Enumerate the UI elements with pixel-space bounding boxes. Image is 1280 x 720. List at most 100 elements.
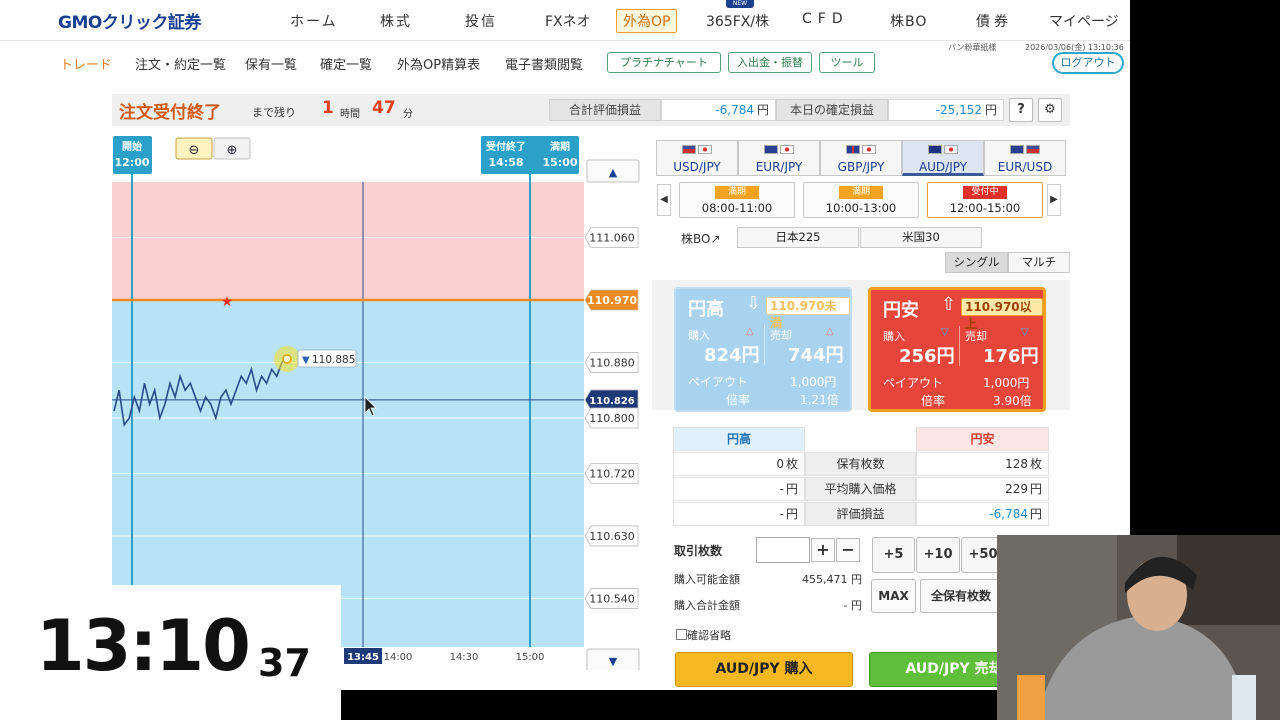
- top-navigation: GMOクリック証券 NEW ホーム 株式 投信 FXネオ 外為OP 365FX/…: [0, 0, 1130, 41]
- nav-bond[interactable]: 債券: [976, 11, 1012, 31]
- nav-stock[interactable]: 株式: [380, 11, 412, 31]
- high-strike: 110.970未満: [766, 297, 850, 330]
- nav-cfd[interactable]: CFD: [802, 11, 849, 27]
- y-tick-label: 110.800: [589, 412, 635, 425]
- settings-button[interactable]: ⚙: [1038, 98, 1062, 122]
- session-badge: 満期: [715, 186, 759, 199]
- position-low-value: 229 円: [916, 477, 1049, 501]
- tab-label: GBP/JPY: [837, 160, 885, 174]
- low-rate: 3.90倍: [993, 394, 1032, 408]
- kabu-bo-link[interactable]: 株BO↗: [681, 230, 721, 247]
- jp-flag-icon: [698, 145, 712, 154]
- high-sell-price: 744円: [788, 345, 844, 366]
- subnav-settled[interactable]: 確定一覧: [320, 54, 372, 73]
- skip-confirm-checkbox[interactable]: 確認省略: [676, 627, 731, 643]
- buyable-value: 455,471 円: [802, 573, 862, 586]
- new-badge: NEW: [726, 0, 754, 8]
- total-pl-value: -6,784 円: [661, 99, 776, 121]
- qty-plus-button[interactable]: +: [811, 538, 835, 562]
- nav-fund[interactable]: 投信: [465, 11, 497, 31]
- max-button[interactable]: MAX: [871, 579, 916, 613]
- deposit-button[interactable]: 入出金・振替: [728, 52, 812, 73]
- checkbox-icon: [676, 629, 687, 640]
- high-option-card[interactable]: 円高 ⇩ 110.970未満 購入 △ 売却 △ 824円 744円 ペイアウト…: [674, 287, 852, 412]
- logout-button[interactable]: ログアウト: [1052, 52, 1124, 74]
- session-item[interactable]: 満期 10:00-13:00: [803, 182, 919, 218]
- session-item[interactable]: 満期 08:00-11:00: [679, 182, 795, 218]
- triangle-up-icon: △: [746, 326, 754, 337]
- subnav-documents[interactable]: 電子書類閲覧: [505, 54, 583, 73]
- multi-mode-button[interactable]: マルチ: [1008, 252, 1070, 273]
- subnav-holdings[interactable]: 保有一覧: [245, 54, 297, 73]
- nav-fx-option[interactable]: 外為OP: [616, 9, 678, 33]
- session-prev-button[interactable]: ◀: [657, 184, 671, 216]
- session-item-active[interactable]: 受付中 12:00-15:00: [927, 182, 1043, 218]
- total-value: - 円: [843, 599, 862, 612]
- position-high-value: -円: [673, 477, 805, 501]
- skip-confirm-label: 確認省略: [687, 629, 731, 642]
- jp-flag-icon: [780, 145, 794, 154]
- chart-above-region: [112, 182, 584, 300]
- tab-label: AUD/JPY: [918, 160, 968, 174]
- all-holdings-button[interactable]: 全保有枚数: [920, 579, 1002, 613]
- low-option-card[interactable]: 円安 ⇧ 110.970以上 購入 ▽ 売却 ▽ 256円 176円 ペイアウト…: [868, 287, 1046, 412]
- current-price-label: 110.826: [589, 396, 635, 407]
- position-label: 評価損益: [805, 502, 916, 526]
- us-flag-icon: [682, 145, 696, 154]
- price-tag: 110.885: [312, 354, 355, 366]
- tools-button[interactable]: ツール: [819, 52, 875, 73]
- nav-365fx[interactable]: 365FX/株: [706, 11, 769, 31]
- position-label: 保有枚数: [805, 452, 916, 476]
- platinum-chart-button[interactable]: プラチナチャート: [607, 52, 721, 73]
- help-button[interactable]: ?: [1009, 98, 1033, 122]
- order-status: 注文受付終了: [119, 103, 221, 123]
- nav-mypage[interactable]: マイページ: [1049, 11, 1119, 31]
- price-tag-arrow-icon: ▼: [302, 355, 310, 366]
- qty-minus-button[interactable]: −: [836, 538, 860, 562]
- high-rate-label: 倍率: [726, 393, 751, 407]
- add10-button[interactable]: +10: [916, 537, 960, 573]
- subnav-orders[interactable]: 注文・約定一覧: [135, 54, 226, 73]
- tab-aud-jpy[interactable]: AUD/JPY: [902, 140, 984, 176]
- nav-kabu-bo[interactable]: 株BO: [890, 11, 927, 31]
- qty-label: 取引枚数: [674, 544, 723, 558]
- nav-fx-neo[interactable]: FXネオ: [545, 11, 591, 31]
- chevron-down-icon: ▼: [609, 655, 618, 668]
- clock-seconds: 37: [258, 641, 311, 685]
- logo[interactable]: GMOクリック証券: [58, 8, 201, 33]
- jp-flag-icon: [862, 145, 876, 154]
- nikkei225-button[interactable]: 日本225: [737, 227, 859, 248]
- tab-eur-usd[interactable]: EUR/USD: [984, 140, 1066, 176]
- tab-gbp-jpy[interactable]: GBP/JPY: [820, 140, 902, 176]
- today-pl-value: -25,152 円: [888, 99, 1004, 121]
- webcam-overlay: [997, 535, 1280, 720]
- session-time: 10:00-13:00: [825, 201, 897, 215]
- buy-button[interactable]: AUD/JPY 購入: [675, 652, 853, 687]
- positions-high-head: 円高: [673, 427, 805, 451]
- subnav-trade[interactable]: トレード: [60, 54, 112, 73]
- high-payout: 1,000円: [790, 375, 837, 389]
- clock-hm: 13:10: [36, 605, 251, 687]
- us30-button[interactable]: 米国30: [860, 227, 982, 248]
- total-label: 購入合計金額: [674, 599, 740, 612]
- tab-eur-jpy[interactable]: EUR/JPY: [738, 140, 820, 176]
- session-time: 08:00-11:00: [701, 201, 773, 215]
- high-title: 円高: [688, 299, 724, 320]
- qty-input[interactable]: [756, 537, 810, 563]
- position-high-value: 0枚: [673, 452, 805, 476]
- divider: [959, 326, 960, 366]
- session-next-button[interactable]: ▶: [1047, 184, 1061, 216]
- y-tick-label: 111.060: [589, 232, 635, 245]
- nav-home[interactable]: ホーム: [290, 11, 338, 31]
- currency-tabs: USD/JPY EUR/JPY GBP/JPY AUD/JPY EUR/USD: [656, 140, 1066, 176]
- au-flag-icon: [928, 145, 942, 154]
- start-time: 12:00: [114, 156, 149, 169]
- expiry-time: 15:00: [542, 156, 577, 169]
- remain-label: まで残り: [252, 106, 296, 119]
- subnav-settlement[interactable]: 外為OP精算表: [397, 54, 480, 73]
- tab-usd-jpy[interactable]: USD/JPY: [656, 140, 738, 176]
- low-payout-label: ペイアウト: [883, 376, 944, 390]
- hours-unit: 時間: [340, 109, 360, 120]
- single-mode-button[interactable]: シングル: [945, 252, 1008, 273]
- add5-button[interactable]: +5: [872, 537, 915, 573]
